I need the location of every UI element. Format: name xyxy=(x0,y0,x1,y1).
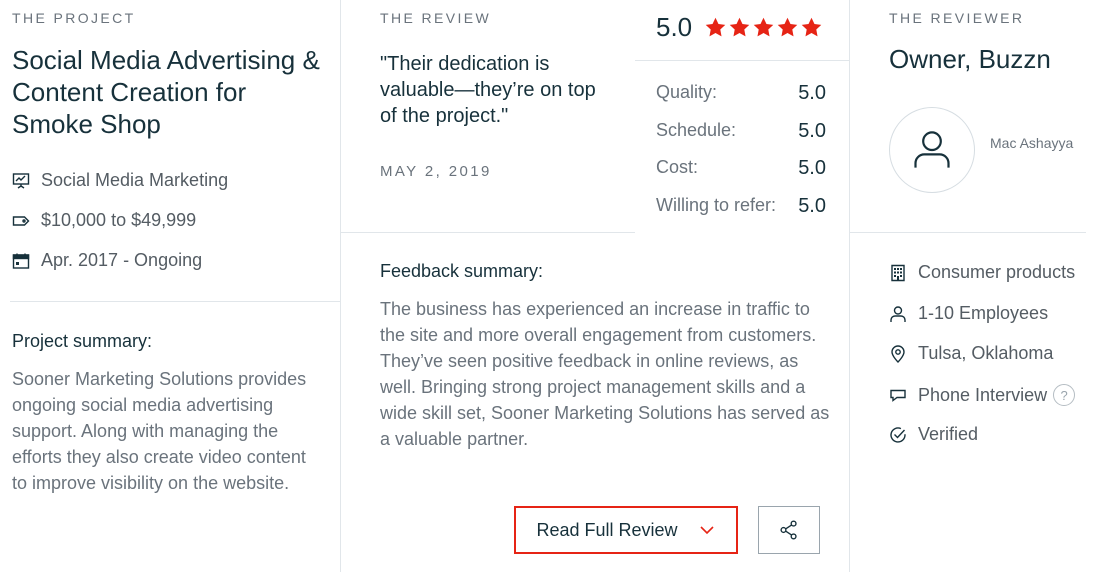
overall-score: 5.0 xyxy=(656,12,693,42)
user-avatar-icon xyxy=(914,131,950,168)
presentation-board-icon xyxy=(12,172,30,190)
review-column: THE REVIEW "Their dedication is valuable… xyxy=(341,0,849,572)
read-full-review-button[interactable]: Read Full Review xyxy=(514,506,738,554)
project-summary-text: Sooner Marketing Solutions provides ongo… xyxy=(12,369,307,493)
rating-value: 5.0 xyxy=(798,195,826,217)
rating-divider xyxy=(635,60,849,61)
reviewer-column: THE REVIEWER Owner, Buzzn Mac Ashayya Co… xyxy=(850,0,1102,572)
rating-label: Quality: xyxy=(656,82,718,102)
reviewer-location: Tulsa, Oklahoma xyxy=(889,343,1053,364)
project-budget-text: $10,000 to $49,999 xyxy=(41,210,197,230)
calendar-icon xyxy=(12,252,30,270)
review-divider xyxy=(341,232,635,233)
feedback-summary-title: Feedback summary: xyxy=(380,261,544,281)
reviewer-section-label: THE REVIEWER xyxy=(889,10,1025,26)
person-icon xyxy=(889,305,907,323)
rating-value: 5.0 xyxy=(798,120,826,142)
rating-row: Willing to refer: 5.0 xyxy=(656,195,826,218)
chevron-down-icon xyxy=(699,526,714,535)
project-title: Social Media Advertising & Content Creat… xyxy=(12,45,320,139)
reviewer-interview-text: Phone Interview xyxy=(918,384,1048,405)
project-divider xyxy=(10,301,340,302)
overall-rating: 5.0 xyxy=(656,12,823,43)
rating-value: 5.0 xyxy=(798,157,826,179)
star-icon xyxy=(705,17,726,37)
share-icon xyxy=(780,520,797,540)
reviewer-industry-text: Consumer products xyxy=(918,262,1076,282)
star-rating xyxy=(704,16,823,39)
building-icon xyxy=(889,264,907,282)
star-icon xyxy=(777,17,798,37)
project-timeline-text: Apr. 2017 - Ongoing xyxy=(41,250,203,270)
rating-row: Quality: 5.0 xyxy=(656,82,826,105)
rating-row: Cost: 5.0 xyxy=(656,157,826,180)
rating-label: Willing to refer: xyxy=(656,195,777,215)
review-quote: "Their dedication is valuable—they’re on… xyxy=(380,53,596,127)
check-circle-icon xyxy=(889,426,907,444)
reviewer-title: Owner, Buzzn xyxy=(889,44,1051,74)
reviewer-divider xyxy=(850,232,1086,233)
project-service: Social Media Marketing xyxy=(12,170,228,191)
reviewer-size-text: 1-10 Employees xyxy=(918,303,1049,323)
review-section-label: THE REVIEW xyxy=(380,10,492,26)
star-icon xyxy=(801,17,822,37)
chat-bubble-icon xyxy=(889,386,907,404)
help-icon[interactable]: ? xyxy=(1053,384,1076,406)
reviewer-location-text: Tulsa, Oklahoma xyxy=(918,343,1054,363)
reviewer-verified: Verified xyxy=(889,424,978,445)
project-section-label: THE PROJECT xyxy=(12,10,136,26)
reviewer-industry: Consumer products xyxy=(889,262,1075,283)
feedback-summary-text: The business has experienced an increase… xyxy=(380,299,830,449)
project-service-text: Social Media Marketing xyxy=(41,170,229,190)
star-icon xyxy=(753,17,774,37)
rating-label: Schedule: xyxy=(656,120,737,140)
rating-label: Cost: xyxy=(656,157,699,177)
review-date: MAY 2, 2019 xyxy=(380,163,492,180)
map-pin-icon xyxy=(889,344,907,363)
project-timeline: Apr. 2017 - Ongoing xyxy=(12,250,202,271)
reviewer-interview: Phone Interview ? xyxy=(889,384,1076,406)
project-budget: $10,000 to $49,999 xyxy=(12,210,196,231)
rating-value: 5.0 xyxy=(798,82,826,104)
project-summary-title: Project summary: xyxy=(12,331,153,351)
price-tag-icon xyxy=(12,212,30,230)
read-full-review-label: Read Full Review xyxy=(536,519,678,540)
reviewer-size: 1-10 Employees xyxy=(889,303,1048,324)
reviewer-name: Mac Ashayya xyxy=(990,135,1074,151)
project-column: THE PROJECT Social Media Advertising & C… xyxy=(0,0,340,572)
avatar xyxy=(889,107,975,193)
reviewer-verified-text: Verified xyxy=(918,424,979,444)
rating-row: Schedule: 5.0 xyxy=(656,120,826,143)
share-button[interactable] xyxy=(758,506,820,554)
star-icon xyxy=(729,17,750,37)
